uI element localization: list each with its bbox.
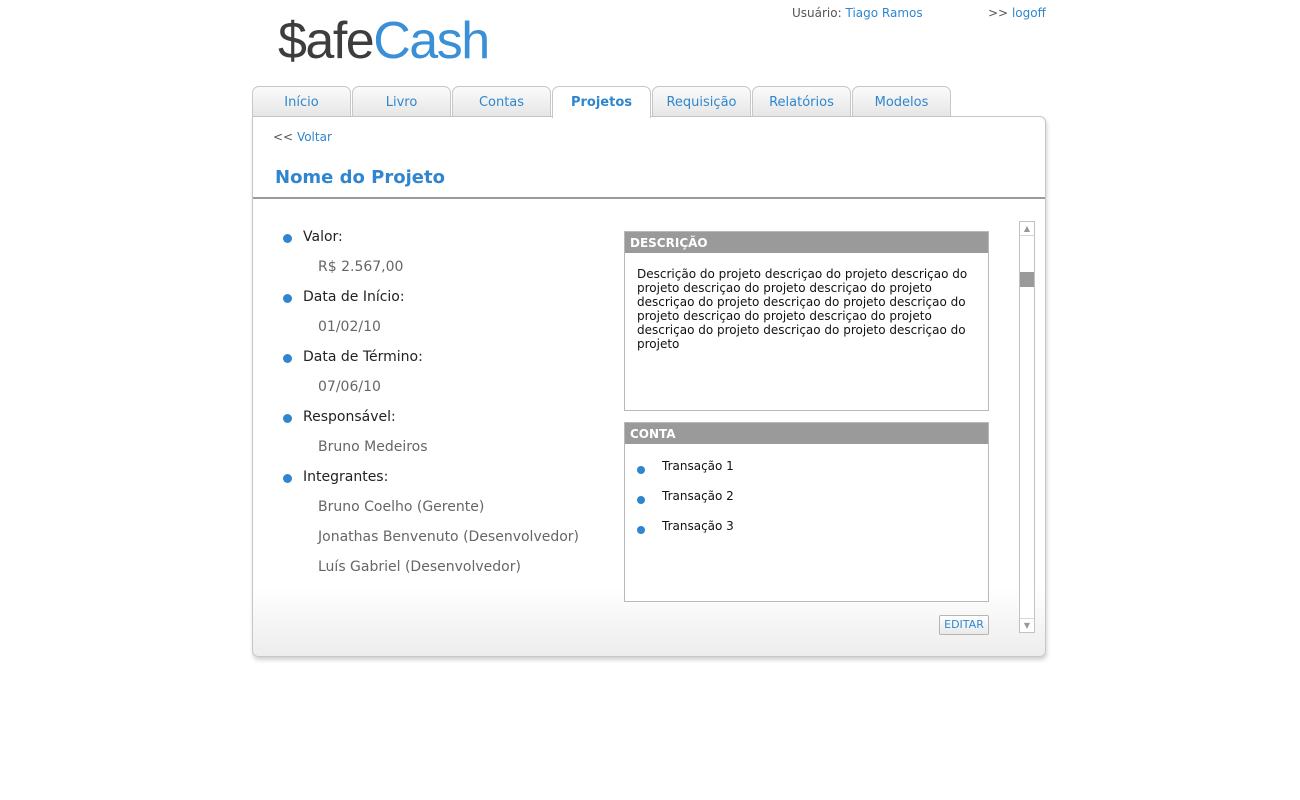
detail-row-integrantes: Integrantes: <box>283 467 623 497</box>
page-title: Nome do Projeto <box>275 167 445 188</box>
detail-value-row: Luís Gabriel (Desenvolvedor) <box>283 557 623 587</box>
member-name: Jonathas Benvenuto (Desenvolvedor) <box>318 529 580 545</box>
transaction-item[interactable]: Transação 1 <box>625 444 988 474</box>
logo-part-safe: $afe <box>278 12 375 70</box>
scroll-thumb[interactable] <box>1020 272 1034 287</box>
detail-label: Responsável: <box>303 409 396 425</box>
detail-value-row: 01/02/10 <box>283 317 623 347</box>
bullet-icon <box>637 496 645 504</box>
detail-value-row: R$ 2.567,00 <box>283 257 623 287</box>
description-text: Descrição do projeto descriçao do projet… <box>637 267 968 351</box>
detail-row-valor: Valor: <box>283 227 623 257</box>
conta-header: CONTA <box>625 423 988 444</box>
title-divider <box>253 197 1045 199</box>
scroll-down-arrow-icon[interactable]: ▼ <box>1020 618 1034 632</box>
logoff-prefix: >> <box>988 6 1009 20</box>
tab-modelos[interactable]: Modelos <box>852 86 951 116</box>
detail-row-data-inicio: Data de Início: <box>283 287 623 317</box>
bullet-icon <box>283 234 292 243</box>
vertical-scrollbar[interactable]: ▲ ▼ <box>1019 221 1035 633</box>
detail-value: 07/06/10 <box>318 379 381 395</box>
edit-button[interactable]: EDITAR <box>939 615 989 635</box>
detail-value: R$ 2.567,00 <box>318 259 404 275</box>
back-link[interactable]: Voltar <box>297 130 332 144</box>
detail-value-row: Bruno Medeiros <box>283 437 623 467</box>
logoff-area: >> logoff <box>988 6 1046 20</box>
safecash-logo: $afeCash <box>278 12 490 70</box>
logoff-link[interactable]: logoff <box>1012 6 1046 20</box>
description-header: DESCRIÇÃO <box>625 232 988 253</box>
detail-label: Data de Início: <box>303 289 405 305</box>
detail-value: Bruno Medeiros <box>318 439 428 455</box>
tab-livro[interactable]: Livro <box>352 86 451 116</box>
bullet-icon <box>283 414 292 423</box>
user-name-link[interactable]: Tiago Ramos <box>845 6 922 20</box>
bullet-icon <box>283 474 292 483</box>
transaction-label[interactable]: Transação 3 <box>662 519 734 533</box>
member-name: Bruno Coelho (Gerente) <box>318 499 485 515</box>
bullet-icon <box>283 294 292 303</box>
detail-value-row: 07/06/10 <box>283 377 623 407</box>
transaction-item[interactable]: Transação 2 <box>625 474 988 504</box>
tab-inicio[interactable]: Início <box>252 86 351 116</box>
bullet-icon <box>637 466 645 474</box>
tab-projetos[interactable]: Projetos <box>552 86 651 118</box>
detail-label: Valor: <box>303 229 343 245</box>
transaction-label[interactable]: Transação 2 <box>662 489 734 503</box>
detail-label: Data de Término: <box>303 349 423 365</box>
detail-row-responsavel: Responsável: <box>283 407 623 437</box>
user-info: Usuário: Tiago Ramos <box>792 6 923 20</box>
tab-relatorios[interactable]: Relatórios <box>752 86 851 116</box>
main-tabs: Início Livro Contas Projetos Requisição … <box>252 86 952 118</box>
detail-label: Integrantes: <box>303 469 389 485</box>
member-name: Luís Gabriel (Desenvolvedor) <box>318 559 521 575</box>
project-panel: << Voltar Nome do Projeto Valor: R$ 2.56… <box>252 116 1046 657</box>
detail-row-data-termino: Data de Término: <box>283 347 623 377</box>
back-prefix: << <box>273 130 294 144</box>
detail-value-row: Jonathas Benvenuto (Desenvolvedor) <box>283 527 623 557</box>
transaction-label[interactable]: Transação 1 <box>662 459 734 473</box>
bullet-icon <box>637 526 645 534</box>
transaction-item[interactable]: Transação 3 <box>625 504 988 534</box>
detail-value: 01/02/10 <box>318 319 381 335</box>
conta-box: CONTA Transação 1 Transação 2 Transação … <box>624 422 989 602</box>
logo-part-cash: Cash <box>373 12 490 70</box>
user-label: Usuário: <box>792 6 842 20</box>
detail-value-row: Bruno Coelho (Gerente) <box>283 497 623 527</box>
project-details: Valor: R$ 2.567,00 Data de Início: 01/02… <box>283 227 623 587</box>
back-nav: << Voltar <box>273 130 332 144</box>
tab-contas[interactable]: Contas <box>452 86 551 116</box>
description-box: DESCRIÇÃO Descrição do projeto descriçao… <box>624 231 989 411</box>
tab-requisicao[interactable]: Requisição <box>652 86 751 116</box>
scroll-up-arrow-icon[interactable]: ▲ <box>1020 222 1034 236</box>
bullet-icon <box>283 354 292 363</box>
